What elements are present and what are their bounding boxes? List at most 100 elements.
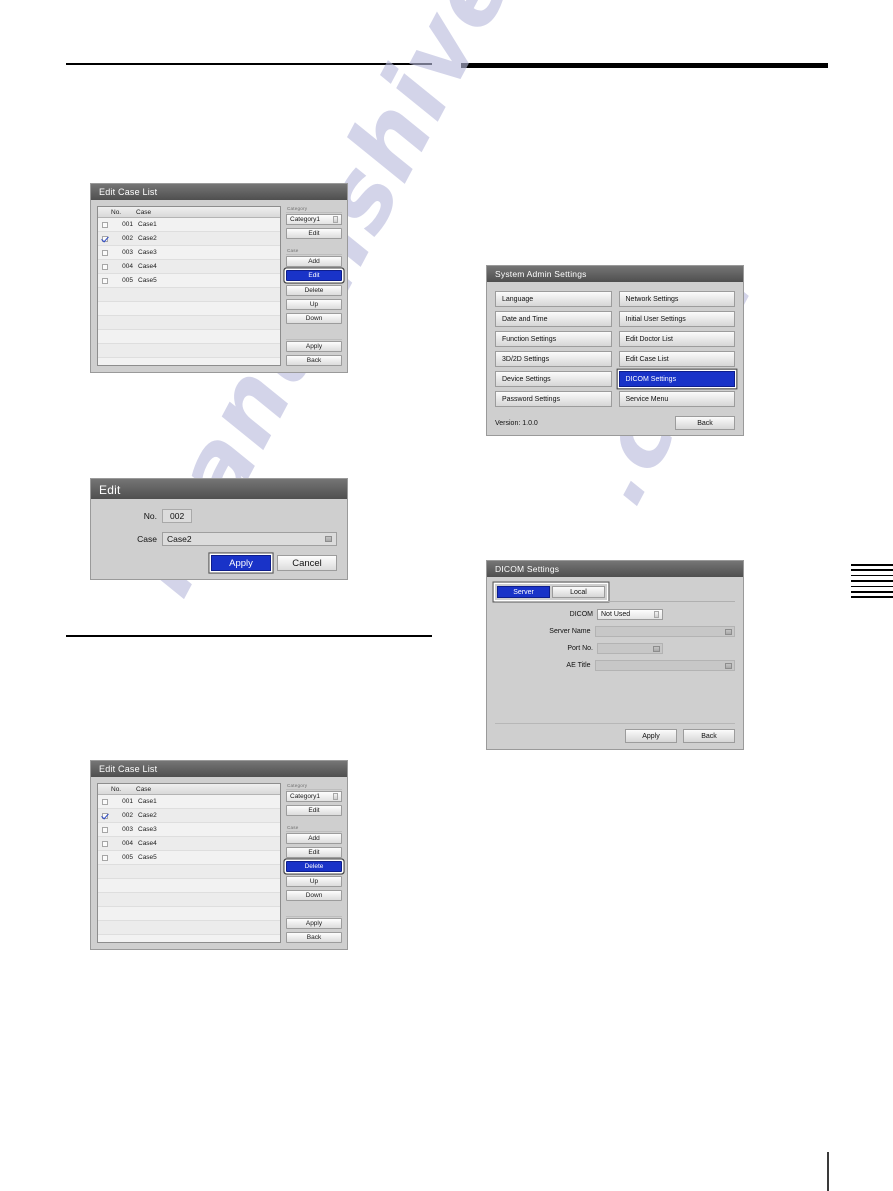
keyboard-icon [725, 628, 732, 635]
category-group-label: Category [287, 206, 308, 211]
case-edit-button[interactable]: Edit [286, 847, 342, 858]
server-name-label: Server Name [549, 628, 591, 635]
case-delete-button[interactable]: Delete [286, 285, 342, 296]
row-no: 004 [122, 263, 133, 270]
table-row[interactable]: 004 Case4 [98, 260, 280, 274]
back-button[interactable]: Back [286, 355, 342, 366]
row-case-name: Case1 [138, 221, 157, 228]
row-checkbox[interactable] [98, 812, 111, 819]
sidebar-item-network-settings[interactable]: Network Settings [618, 291, 735, 307]
version-label: Version: 1.0.0 [495, 419, 538, 427]
sidebar-item-date-and-time[interactable]: Date and Time [495, 311, 612, 327]
apply-button[interactable]: Apply [625, 729, 677, 743]
case-up-button[interactable]: Up [286, 299, 342, 310]
row-checkbox[interactable] [98, 826, 111, 833]
row-checkbox[interactable] [98, 854, 111, 861]
case-table-header: No. Case [98, 784, 280, 795]
case-input[interactable]: Case2 [162, 532, 337, 546]
sidebar-item-language[interactable]: Language [495, 291, 612, 307]
back-button[interactable]: Back [286, 932, 342, 943]
back-button[interactable]: Back [683, 729, 735, 743]
table-row[interactable]: 004 Case4 [98, 837, 280, 851]
table-row-empty [98, 935, 280, 942]
row-checkbox[interactable] [98, 263, 111, 270]
table-row-empty [98, 879, 280, 893]
no-field-row: No. 002 [101, 509, 337, 523]
table-row[interactable]: 002 Case2 [98, 232, 280, 246]
table-row[interactable]: 001 Case1 [98, 795, 280, 809]
table-row[interactable]: 005 Case5 [98, 274, 280, 288]
dicom-field-row: DICOM Not Used [495, 609, 735, 620]
case-table[interactable]: No. Case 001 Case1 002 Case2 003 Case3 0… [97, 783, 281, 943]
keyboard-icon[interactable] [325, 536, 332, 542]
sidebar-item-function-settings[interactable]: Function Settings [495, 331, 612, 347]
dicom-dropdown-value: Not Used [601, 611, 631, 618]
row-no: 003 [122, 826, 133, 833]
edit-dialog: Edit No. 002 Case Case2 Apply Cancel [90, 478, 348, 580]
case-delete-button[interactable]: Delete [286, 861, 342, 872]
case-up-button[interactable]: Up [286, 876, 342, 887]
tab-server[interactable]: Server [497, 586, 550, 598]
table-row-empty [98, 907, 280, 921]
apply-button[interactable]: Apply [286, 341, 342, 352]
sidebar-item-initial-user-settings[interactable]: Initial User Settings [618, 311, 735, 327]
table-row[interactable]: 002 Case2 [98, 809, 280, 823]
dicom-dropdown[interactable]: Not Used [597, 609, 663, 620]
page-edge-rule [827, 1152, 829, 1191]
case-field-row: Case Case2 [101, 532, 337, 546]
sidebar-item-3d2d-settings[interactable]: 3D/2D Settings [495, 351, 612, 367]
server-name-input[interactable] [594, 626, 735, 637]
table-row-empty [98, 865, 280, 879]
chevron-down-icon [333, 793, 338, 800]
no-value: 002 [162, 509, 193, 523]
sidebar-item-service-menu[interactable]: Service Menu [618, 391, 735, 407]
sidebar-item-edit-case-list[interactable]: Edit Case List [618, 351, 735, 367]
apply-button[interactable]: Apply [211, 555, 271, 571]
table-row[interactable]: 003 Case3 [98, 246, 280, 260]
category-edit-button[interactable]: Edit [286, 228, 342, 239]
rule-middle-left [66, 635, 432, 637]
case-down-button[interactable]: Down [286, 313, 342, 324]
apply-button[interactable]: Apply [286, 918, 342, 929]
column-header-case: Case [136, 785, 152, 793]
row-checkbox[interactable] [98, 221, 111, 228]
case-table[interactable]: No. Case 001 Case1 002 Case2 003 Case3 0… [97, 206, 281, 366]
row-no: 005 [122, 277, 133, 284]
case-down-button[interactable]: Down [286, 890, 342, 901]
cancel-button[interactable]: Cancel [277, 555, 337, 571]
row-checkbox[interactable] [98, 249, 111, 256]
table-row-empty [98, 344, 280, 358]
chevron-down-icon [654, 611, 659, 618]
sidebar-item-password-settings[interactable]: Password Settings [495, 391, 612, 407]
table-row[interactable]: 005 Case5 [98, 851, 280, 865]
category-dropdown[interactable]: Category1 [286, 214, 342, 225]
case-add-button[interactable]: Add [286, 256, 342, 267]
sidebar-item-dicom-settings[interactable]: DICOM Settings [618, 371, 735, 387]
row-case-name: Case4 [138, 263, 157, 270]
case-group-label: Case [287, 248, 299, 253]
row-checkbox[interactable] [98, 235, 111, 242]
tab-local[interactable]: Local [552, 586, 605, 598]
dialog-title: DICOM Settings [487, 561, 743, 577]
dialog-title: Edit Case List [91, 761, 347, 777]
sidebar-item-edit-doctor-list[interactable]: Edit Doctor List [618, 331, 735, 347]
category-dropdown-value: Category1 [290, 793, 320, 800]
case-edit-button[interactable]: Edit [286, 270, 342, 281]
row-checkbox[interactable] [98, 840, 111, 847]
sidebar-item-device-settings[interactable]: Device Settings [495, 371, 612, 387]
category-edit-button[interactable]: Edit [286, 805, 342, 816]
row-case-name: Case4 [138, 840, 157, 847]
case-add-button[interactable]: Add [286, 833, 342, 844]
ae-title-input[interactable] [594, 660, 735, 671]
table-row[interactable]: 003 Case3 [98, 823, 280, 837]
dialog-title: Edit Case List [91, 184, 347, 200]
row-checkbox[interactable] [98, 277, 111, 284]
dialog-title: System Admin Settings [487, 266, 743, 282]
edit-case-list-dialog-bottom: Edit Case List No. Case 001 Case1 002 Ca… [90, 760, 348, 950]
table-row[interactable]: 001 Case1 [98, 218, 280, 232]
column-header-case: Case [136, 208, 152, 216]
row-checkbox[interactable] [98, 798, 111, 805]
back-button[interactable]: Back [675, 416, 735, 430]
port-no-input[interactable] [597, 643, 663, 654]
category-dropdown[interactable]: Category1 [286, 791, 342, 802]
